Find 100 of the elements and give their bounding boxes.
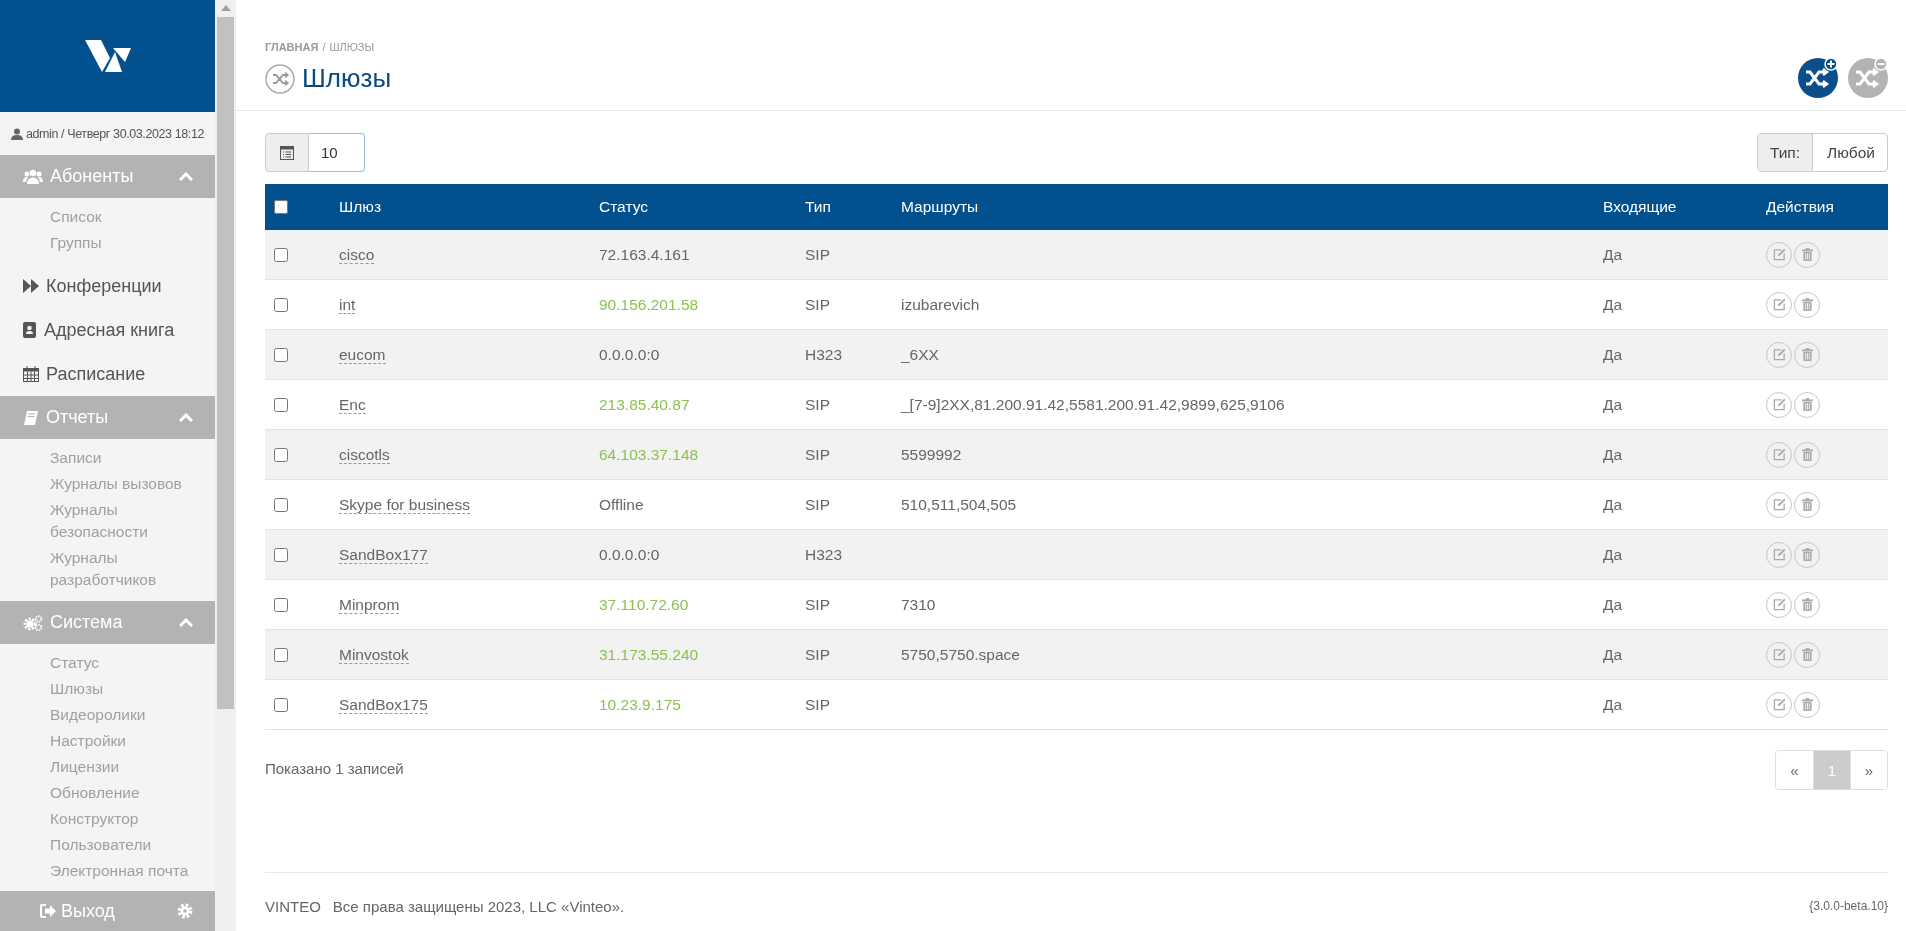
status-cell: 0.0.0.0:0 xyxy=(599,545,660,563)
row-checkbox[interactable] xyxy=(274,447,288,462)
edit-icon xyxy=(1772,648,1786,661)
row-checkbox[interactable] xyxy=(274,297,288,312)
submenu-item[interactable]: Журналы вызовов xyxy=(50,473,210,495)
status-cell: 31.173.55.240 xyxy=(599,645,699,663)
pagination-button[interactable]: » xyxy=(1850,751,1887,789)
row-checkbox[interactable] xyxy=(274,247,288,262)
gateway-name-link[interactable]: SandBox177 xyxy=(339,545,428,564)
row-checkbox[interactable] xyxy=(274,647,288,662)
trash-icon xyxy=(1801,298,1813,311)
type-cell: SIP xyxy=(805,495,830,513)
trash-icon xyxy=(1801,698,1813,711)
edit-icon xyxy=(1772,598,1786,611)
gears-icon xyxy=(23,614,43,631)
calendar-icon xyxy=(23,366,39,382)
column-header: Маршруты xyxy=(901,184,1603,230)
submenu-item[interactable]: Записи xyxy=(50,447,210,469)
gateway-name-link[interactable]: Enc xyxy=(339,395,366,414)
submenu-item[interactable]: Журналы разработчиков xyxy=(50,547,210,591)
submenu-item[interactable]: Шлюзы xyxy=(50,678,210,700)
edit-icon xyxy=(1772,348,1786,361)
trash-icon xyxy=(1801,548,1813,561)
scrollbar-thumb[interactable] xyxy=(217,17,234,709)
logout-icon xyxy=(40,904,56,918)
submenu-item[interactable]: Видеоролики xyxy=(50,704,210,726)
gateway-name-link[interactable]: SandBox175 xyxy=(339,695,428,714)
submenu-item[interactable]: Пользователи xyxy=(50,834,210,856)
status-cell: Offline xyxy=(599,495,644,513)
edit-icon xyxy=(1772,498,1786,511)
logout-button[interactable]: Выход xyxy=(40,900,115,922)
logo-icon[interactable] xyxy=(84,40,131,72)
menu-section-header[interactable]: Абоненты xyxy=(0,155,215,198)
footer-copyright: Все права защищены 2023, LLC «Vinteo». xyxy=(332,897,625,915)
trash-icon xyxy=(1801,498,1813,511)
trash-icon xyxy=(1801,648,1813,661)
edit-icon xyxy=(1772,298,1786,311)
column-header: Действия xyxy=(1766,184,1888,230)
column-header: Тип xyxy=(805,184,901,230)
routes-cell: 7310 xyxy=(901,595,936,613)
user-icon xyxy=(11,127,23,140)
row-checkbox[interactable] xyxy=(274,547,288,562)
type-cell: SIP xyxy=(805,245,830,263)
submenu-item[interactable]: Статус xyxy=(50,652,210,674)
submenu-item[interactable]: Настройки xyxy=(50,730,210,752)
row-checkbox[interactable] xyxy=(274,697,288,712)
users-icon xyxy=(23,168,43,185)
settings-icon[interactable] xyxy=(177,903,193,919)
incoming-cell: Да xyxy=(1603,445,1623,463)
row-checkbox[interactable] xyxy=(274,397,288,412)
trash-icon xyxy=(1801,598,1813,611)
footer-brand: VINTEO xyxy=(265,897,321,915)
row-checkbox[interactable] xyxy=(274,597,288,612)
page-size-field[interactable]: 10 xyxy=(309,133,365,172)
status-cell: 213.85.40.87 xyxy=(599,395,690,413)
type-cell: SIP xyxy=(805,595,830,613)
breadcrumb-link[interactable]: ГЛАВНАЯ xyxy=(265,41,319,53)
book-icon xyxy=(23,409,39,426)
edit-icon xyxy=(1772,448,1786,461)
row-checkbox[interactable] xyxy=(274,347,288,362)
chevron-up-icon xyxy=(179,618,193,627)
row-checkbox[interactable] xyxy=(274,497,288,512)
incoming-cell: Да xyxy=(1603,495,1623,513)
select-all-checkbox[interactable] xyxy=(274,200,288,214)
incoming-cell: Да xyxy=(1603,695,1623,713)
menu-item[interactable]: Расписание xyxy=(0,352,215,396)
type-filter[interactable]: Тип: Любой xyxy=(1756,133,1888,172)
submenu-item[interactable]: Конструктор xyxy=(50,808,210,830)
menu-item[interactable]: Конференции xyxy=(0,264,215,308)
status-cell: 72.163.4.161 xyxy=(599,245,690,263)
add-gateway-button[interactable] xyxy=(1798,58,1838,98)
list-icon xyxy=(280,145,294,160)
incoming-cell: Да xyxy=(1603,395,1623,413)
edit-icon xyxy=(1772,698,1786,711)
scroll-up-arrow-icon[interactable] xyxy=(220,5,231,11)
type-cell: H323 xyxy=(805,545,843,563)
submenu-item[interactable]: Лицензии xyxy=(50,756,210,778)
gateway-name-link[interactable]: Skype for business xyxy=(339,495,470,514)
gateway-name-link[interactable]: cisco xyxy=(339,245,375,264)
gateway-name-link[interactable]: Minvostok xyxy=(339,645,409,664)
status-cell: 0.0.0.0:0 xyxy=(599,345,660,363)
submenu-item[interactable]: Обновление xyxy=(50,782,210,804)
incoming-cell: Да xyxy=(1603,645,1623,663)
submenu-item[interactable]: Список xyxy=(50,206,210,228)
breadcrumb-separator: / xyxy=(322,41,326,53)
menu-item[interactable]: Адресная книга xyxy=(0,308,215,352)
gateway-name-link[interactable]: Minprom xyxy=(339,595,400,614)
trash-icon xyxy=(1801,248,1813,261)
menu-section-header[interactable]: Отчеты xyxy=(0,396,215,439)
submenu-item[interactable]: Электронная почта xyxy=(50,860,210,882)
chevron-up-icon xyxy=(179,172,193,181)
submenu-item[interactable]: Группы xyxy=(50,232,210,254)
records-summary: Показано 1 записей xyxy=(265,759,404,777)
menu-section-header[interactable]: Система xyxy=(0,601,215,644)
submenu-item[interactable]: Журналы безопасности xyxy=(50,499,210,543)
scrollbar[interactable] xyxy=(215,0,236,931)
incoming-cell: Да xyxy=(1603,545,1623,563)
gateway-name-link[interactable]: ciscotls xyxy=(339,445,390,464)
gateway-name-link[interactable]: eucom xyxy=(339,345,386,364)
gateway-name-link[interactable]: int xyxy=(339,295,356,314)
